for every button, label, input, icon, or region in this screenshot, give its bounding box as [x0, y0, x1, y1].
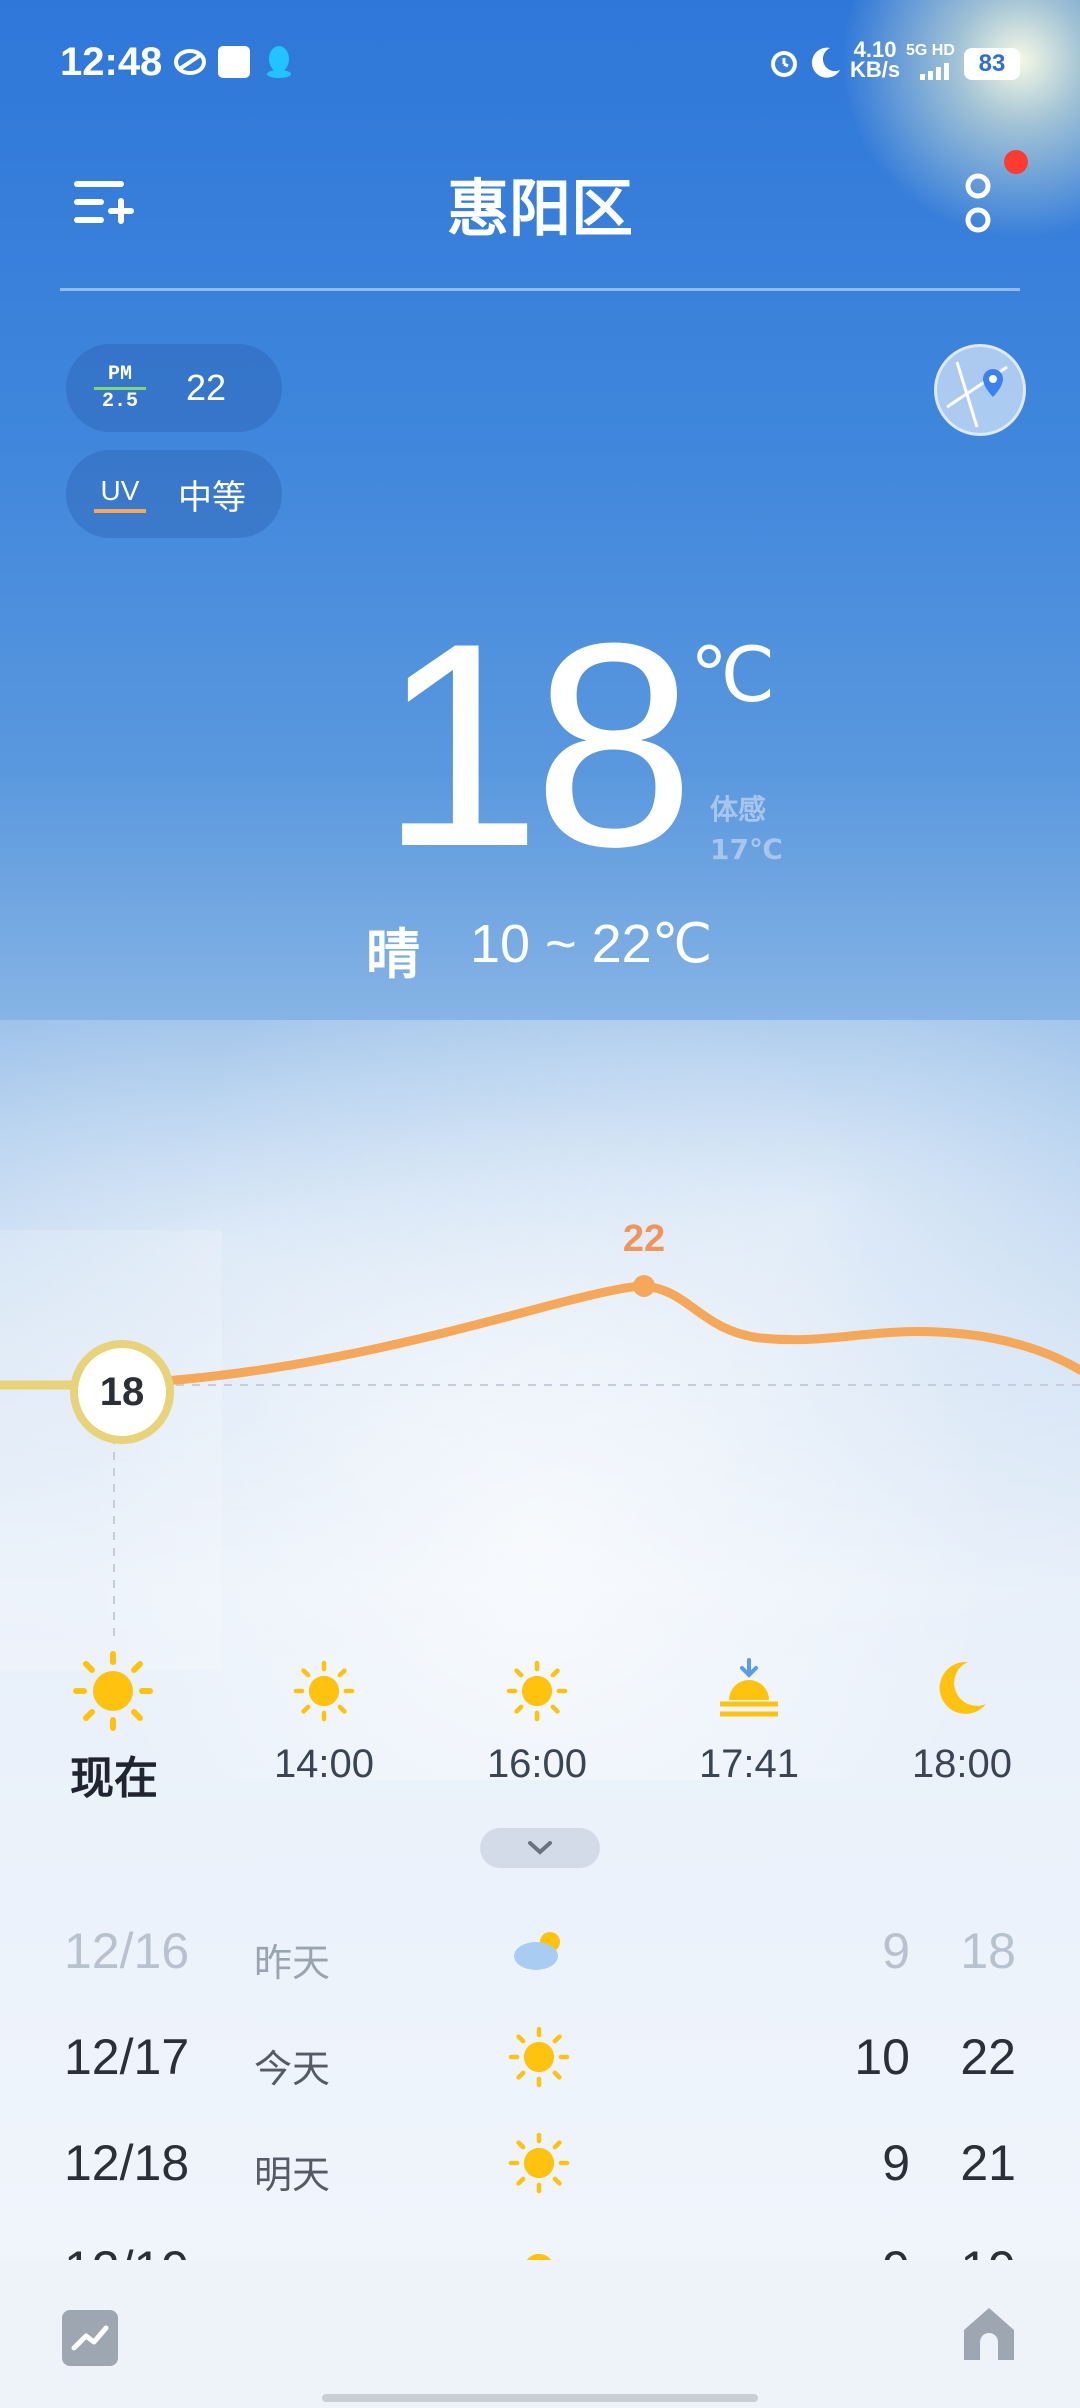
city-title[interactable]: 惠阳区 — [340, 158, 740, 248]
hour-label: 现在 — [70, 1754, 158, 1803]
forecast-row[interactable]: 12/18 明天 9 21 — [0, 2112, 1080, 2212]
forecast-low: 10 — [854, 2029, 910, 2085]
shopping-bag-icon — [218, 46, 250, 78]
header-divider — [60, 288, 1020, 291]
sun-icon — [72, 1650, 154, 1732]
forecast-low: 9 — [882, 2135, 910, 2191]
cloud-sun-icon — [510, 1924, 570, 1974]
max-temp-label: 22 — [622, 1218, 666, 1260]
forecast-row[interactable]: 12/17 今天 10 22 — [0, 2006, 1080, 2106]
pm25-label: PM 2.5 — [94, 362, 146, 413]
hour-label: 17:41 — [698, 1742, 800, 1786]
forecast-date: 12/19 — [64, 2240, 189, 2260]
net-speed-unit: KB/s — [850, 57, 901, 82]
sun-icon — [508, 2026, 570, 2088]
forecast-row[interactable]: 12/19 周四 9 19 — [0, 2218, 1080, 2260]
weather-condition: 晴 — [366, 923, 420, 986]
pm25-label-top: PM — [107, 362, 132, 386]
forecast-high: 21 — [960, 2135, 1016, 2191]
qq-icon — [266, 44, 292, 78]
sunset-icon — [716, 1656, 782, 1718]
pm25-badge[interactable]: PM 2.5 22 — [66, 344, 282, 432]
uv-level-bar — [94, 509, 146, 513]
alarm-icon — [766, 44, 802, 80]
hour-label: 16:00 — [486, 1742, 588, 1786]
app-notification-icon — [172, 48, 208, 76]
sun-icon — [508, 2132, 570, 2194]
forecast-low: 9 — [810, 2240, 910, 2260]
pm25-label-bottom: 2.5 — [101, 389, 138, 413]
forecast-day: 周四 — [254, 2250, 330, 2260]
trend-chart-icon[interactable] — [62, 2310, 118, 2366]
signal-icon — [910, 62, 956, 80]
net-speed: 4.10 KB/s — [850, 39, 901, 82]
forecast-high: 19 — [916, 2240, 1016, 2260]
feels-like: 体感 17℃ — [710, 790, 783, 870]
forecast-high: 22 — [960, 2029, 1016, 2085]
now-temp-marker: 18 — [70, 1340, 174, 1444]
forecast-day: 昨天 — [254, 1943, 331, 1985]
daily-forecast-list[interactable]: 12/16 昨天 9 18 12/17 今天 10 22 12/18 明天 9 … — [0, 1900, 1080, 2260]
gesture-bar[interactable] — [322, 2394, 758, 2402]
temp-range: 10 ~ 22℃ — [470, 914, 713, 974]
current-temp: 18 — [380, 583, 695, 907]
pm25-value: 22 — [186, 367, 227, 408]
uv-label: UV — [94, 475, 146, 513]
sun-icon — [506, 1660, 568, 1722]
home-icon[interactable] — [960, 2304, 1018, 2364]
notification-dot — [1004, 150, 1028, 174]
chevron-down-icon — [528, 1841, 552, 1855]
map-button[interactable] — [934, 344, 1026, 436]
moon-icon — [934, 1658, 990, 1718]
forecast-day: 今天 — [254, 2049, 331, 2091]
forecast-low: 9 — [882, 1923, 910, 1979]
status-time: 12:48 — [60, 40, 163, 84]
more-options-icon[interactable] — [955, 170, 1001, 236]
sun-icon — [293, 1660, 355, 1722]
expand-forecast-button[interactable] — [480, 1828, 600, 1868]
feels-like-value: 17℃ — [710, 833, 783, 866]
map-pin-icon — [946, 361, 1008, 428]
forecast-day: 明天 — [254, 2155, 331, 2197]
max-temp-point — [633, 1275, 655, 1297]
uv-label-text: UV — [100, 475, 140, 506]
dnd-moon-icon — [808, 44, 842, 80]
uv-value: 中等 — [178, 477, 246, 518]
forecast-row[interactable]: 12/16 昨天 9 18 — [0, 1900, 1080, 2000]
add-city-list-icon[interactable] — [70, 175, 136, 229]
feels-like-label: 体感 — [710, 793, 767, 826]
forecast-date: 12/17 — [64, 2029, 190, 2085]
temp-unit: ℃ — [690, 633, 776, 718]
forecast-date: 12/16 — [64, 1923, 190, 1979]
forecast-date: 12/18 — [64, 2135, 190, 2191]
network-type: 5G HD — [906, 42, 955, 59]
weather-screen: 12:48 4.10 KB/s 5G HD 83 惠阳区 PM 2.5 22 U… — [0, 0, 1080, 2408]
hour-label: 14:00 — [273, 1742, 375, 1786]
battery-indicator: 83 — [964, 48, 1020, 80]
uv-badge[interactable]: UV 中等 — [66, 450, 282, 538]
sun-icon — [508, 2238, 570, 2260]
hour-label: 18:00 — [911, 1742, 1013, 1786]
forecast-high: 18 — [960, 1923, 1016, 1979]
bottom-bar — [0, 2260, 1080, 2408]
